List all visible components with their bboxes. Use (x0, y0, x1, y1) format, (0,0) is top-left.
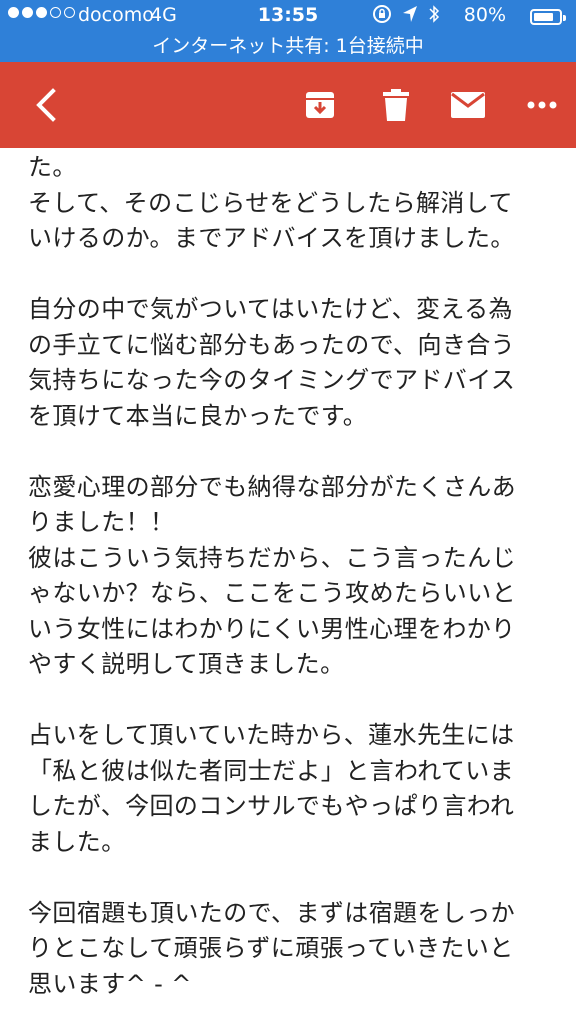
message-line: したが、今回のコンサルでもやっぱり言われ (28, 792, 515, 820)
message-body: た。そして、そのこじらせをどうしたら解消して いけるのか。までアドバイスを頂けまし… (28, 150, 558, 1026)
message-line: 「私と彼は似た者同士だよ」と言われていま (28, 756, 515, 785)
message-text: た。そして、そのこじらせをどうしたら解消して いけるのか。までアドバイスを頂けまし… (28, 150, 558, 1002)
message-line: いけるのか。までアドバイスを頂けました。 (28, 224, 515, 252)
battery-fill (534, 13, 554, 21)
status-icons (372, 4, 440, 24)
bluetooth-icon (429, 5, 440, 23)
battery-icon (530, 9, 566, 25)
message-line: 気持ちになった今のタイミングでアドバイス (28, 366, 516, 394)
battery-percent: 80% (463, 4, 506, 26)
message-line: いう女性にはわかりにくい男性心理をわかり (28, 614, 516, 643)
message-line: 今回宿題も頂いたので、まずは宿題をしっか (28, 898, 516, 927)
mark-unread-button[interactable] (446, 62, 490, 148)
message-line: た。 (28, 153, 77, 181)
message-line: やすく説明して頂きました。 (28, 650, 345, 678)
message-line: 彼はこういう気持ちだから、こう言ったんじ (28, 543, 516, 572)
message-line: 自分の中で気がついてはいたけど、変える為 (28, 295, 513, 323)
more-icon (527, 101, 557, 109)
delete-button[interactable] (376, 62, 416, 148)
location-arrow-icon (403, 6, 417, 22)
mail-toolbar (0, 62, 576, 148)
message-line: ゃないか？なら、ここをこう攻めたらいいと (28, 579, 516, 607)
archive-icon (306, 92, 334, 118)
message-line: ました。 (28, 827, 126, 856)
status-bar: docomo 4G 13:55 80% インターネット共有: 1台接続中 (0, 0, 576, 62)
tethering-banner[interactable]: インターネット共有: 1台接続中 (0, 32, 576, 60)
message-line: 恋愛心理の部分でも納得な部分がたくさんあ (28, 472, 516, 501)
message-line: 占いをして頂いていた時から、蓮水先生には (28, 721, 515, 749)
back-button[interactable] (22, 62, 68, 148)
message-line: そして、そのこじらせをどうしたら解消して (28, 188, 513, 217)
message-line: りました！！ (28, 508, 175, 536)
rotation-lock-icon (373, 5, 391, 23)
message-line: 思います^ - ^ (28, 969, 192, 998)
more-options-button[interactable] (520, 62, 564, 148)
mail-icon (451, 92, 485, 118)
message-line: を頂けて本当に良かったです。 (28, 401, 368, 430)
status-row: docomo 4G 13:55 80% (0, 0, 576, 32)
back-icon (36, 88, 56, 122)
trash-icon (383, 89, 409, 121)
message-line: りとこなして頑張らずに頑張っていきたいと (28, 934, 514, 962)
message-line: の手立てに悩む部分もあったので、向き合う (28, 330, 516, 359)
archive-button[interactable] (300, 62, 340, 148)
